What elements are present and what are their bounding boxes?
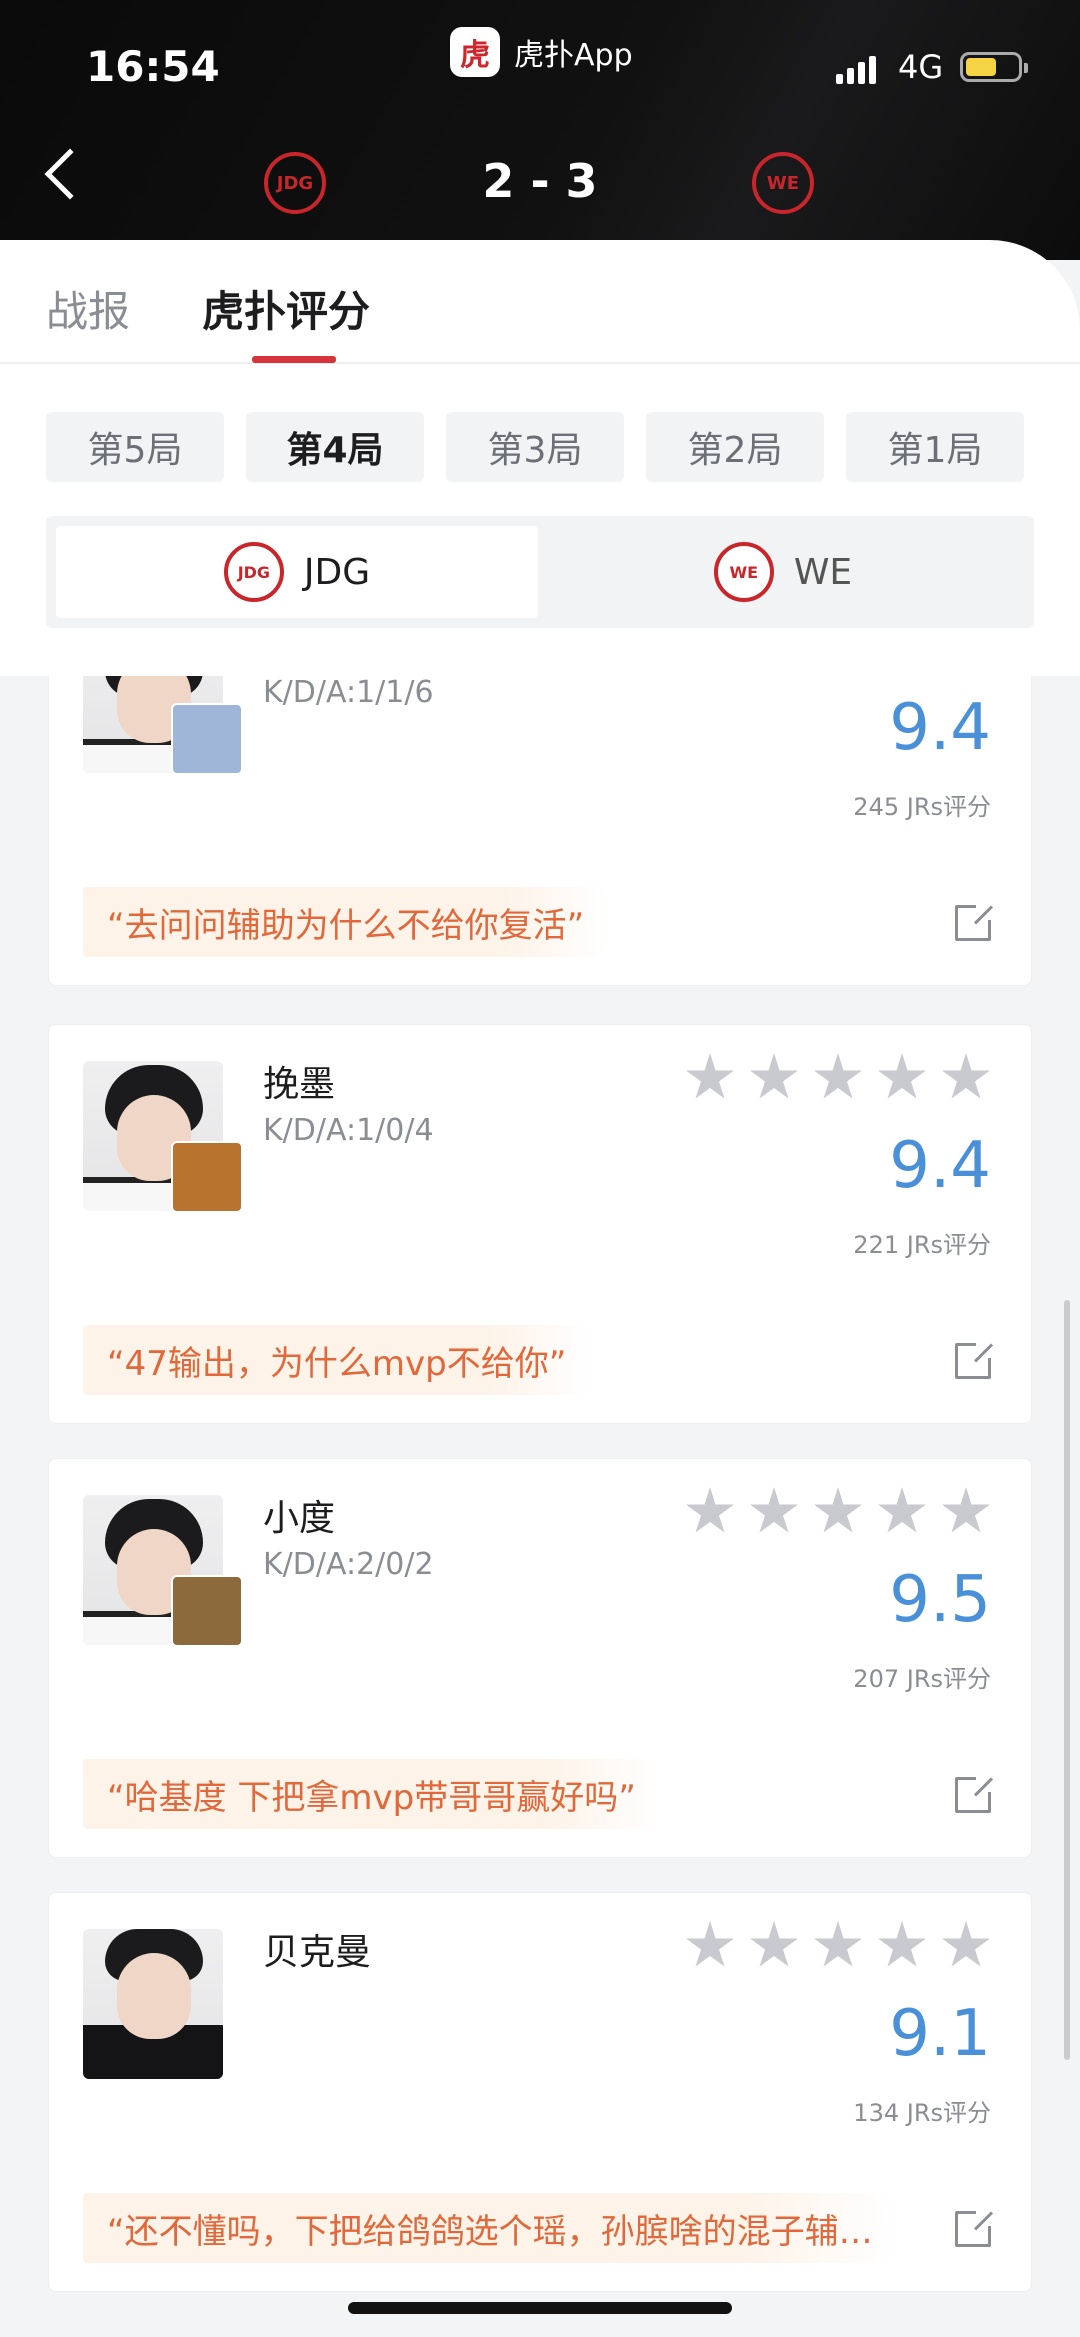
team-switch: JDG JDG WE WE xyxy=(46,516,1034,628)
rating-panel: 战报 虎扑评分 第5局 第4局 第3局 第2局 第1局 JDG JDG WE W… xyxy=(0,240,1080,676)
match-score: 2 - 3 xyxy=(482,154,598,208)
share-icon[interactable] xyxy=(955,2208,994,2247)
we-logo-icon: WE xyxy=(713,542,774,602)
rating-count: 221 JRs评分 xyxy=(853,1231,991,1259)
round-5[interactable]: 第5局 xyxy=(46,412,224,482)
tab-hupu-rating[interactable]: 虎扑评分 xyxy=(202,278,370,339)
star-icon[interactable] xyxy=(942,1487,990,1533)
top-comment[interactable]: “去问问辅助为什么不给你复活” xyxy=(83,887,609,957)
network-type: 4G xyxy=(898,48,944,86)
player-name: 贝克曼 xyxy=(263,1932,372,1973)
round-3[interactable]: 第3局 xyxy=(446,412,624,482)
player-name: 小度 xyxy=(263,1498,336,1539)
star-icon[interactable] xyxy=(814,1921,862,1967)
player-rating: 9.4 xyxy=(889,1129,991,1203)
round-2[interactable]: 第2局 xyxy=(646,412,824,482)
round-1[interactable]: 第1局 xyxy=(846,412,1024,482)
round-selector: 第5局 第4局 第3局 第2局 第1局 xyxy=(46,412,1024,482)
star-icon[interactable] xyxy=(686,1053,734,1099)
star-icon[interactable] xyxy=(942,1053,990,1099)
hero-avatar xyxy=(171,1575,243,1647)
star-rating[interactable] xyxy=(685,1921,991,1971)
signal-icon xyxy=(836,56,876,84)
star-icon[interactable] xyxy=(814,1053,862,1099)
star-icon[interactable] xyxy=(686,1921,734,1967)
star-icon[interactable] xyxy=(814,1487,862,1533)
active-tab-indicator xyxy=(252,356,336,363)
share-icon[interactable] xyxy=(955,1774,994,1813)
home-indicator[interactable] xyxy=(348,2302,732,2314)
match-header: 16:54 虎 虎扑App 4G JDG 2 - 3 WE xyxy=(0,0,1080,260)
player-card[interactable]: 贝克曼 9.1 134 JRs评分 “还不懂吗，下把给鸽鸽选个瑶，孙膑啥的混子辅… xyxy=(48,1892,1032,2292)
top-comment[interactable]: “哈基度 下把拿mvp带哥哥赢好吗” xyxy=(83,1759,660,1829)
player-rating: 9.1 xyxy=(889,1997,991,2071)
star-icon[interactable] xyxy=(750,1053,798,1099)
star-icon[interactable] xyxy=(878,1053,926,1099)
share-icon[interactable] xyxy=(955,902,994,941)
app-name: 虎扑App xyxy=(514,38,633,73)
star-icon[interactable] xyxy=(942,1921,990,1967)
team-jdg-button[interactable]: JDG JDG xyxy=(56,526,538,618)
player-kda: K/D/A:2/0/2 xyxy=(263,1547,434,1582)
player-name: 挽墨 xyxy=(263,1064,336,1105)
player-card[interactable]: 挽墨 K/D/A:1/0/4 9.4 221 JRs评分 “47输出，为什么mv… xyxy=(48,1024,1032,1424)
scrollbar[interactable] xyxy=(1064,1300,1070,2060)
share-icon[interactable] xyxy=(955,1340,994,1379)
star-icon[interactable] xyxy=(686,1487,734,1533)
jdg-logo-icon: JDG xyxy=(223,542,284,602)
round-4[interactable]: 第4局 xyxy=(246,412,424,482)
star-icon[interactable] xyxy=(878,1487,926,1533)
status-time: 16:54 xyxy=(86,42,220,91)
player-card[interactable]: 小度 K/D/A:2/0/2 9.5 207 JRs评分 “哈基度 下把拿mvp… xyxy=(48,1458,1032,1858)
player-rating: 9.5 xyxy=(889,1563,991,1637)
hero-avatar xyxy=(171,703,243,775)
player-kda: K/D/A:1/1/6 xyxy=(263,676,434,710)
rating-count: 207 JRs评分 xyxy=(853,1665,991,1693)
team-label: WE xyxy=(793,551,853,593)
app-badge[interactable]: 虎 虎扑App xyxy=(450,24,633,80)
player-rating: 9.4 xyxy=(889,691,991,765)
team-we-button[interactable]: WE WE xyxy=(542,526,1024,618)
away-team-logo[interactable]: WE xyxy=(752,152,814,214)
star-icon[interactable] xyxy=(750,1487,798,1533)
top-comment[interactable]: “47输出，为什么mvp不给你” xyxy=(83,1325,591,1395)
tab-report[interactable]: 战报 xyxy=(46,278,130,339)
battery-icon xyxy=(960,52,1028,82)
coach-avatar xyxy=(83,1929,223,2079)
top-comment[interactable]: “还不懂吗，下把给鸽鸽选个瑶，孙膑啥的混子辅… xyxy=(83,2193,897,2263)
star-icon[interactable] xyxy=(750,1921,798,1967)
star-icon[interactable] xyxy=(878,1921,926,1967)
star-rating[interactable] xyxy=(685,1053,991,1103)
star-rating[interactable] xyxy=(685,1487,991,1537)
player-kda: K/D/A:1/0/4 xyxy=(263,1113,434,1148)
hero-avatar xyxy=(171,1141,243,1213)
rating-count: 245 JRs评分 xyxy=(853,793,991,821)
hupu-logo-icon: 虎 xyxy=(450,27,500,77)
tab-bar: 战报 虎扑评分 xyxy=(0,240,1080,364)
player-list[interactable]: K/D/A:1/1/6 9.4 245 JRs评分 “去问问辅助为什么不给你复活… xyxy=(0,676,1080,2337)
player-card[interactable]: K/D/A:1/1/6 9.4 245 JRs评分 “去问问辅助为什么不给你复活… xyxy=(48,676,1032,986)
rating-count: 134 JRs评分 xyxy=(853,2099,991,2127)
team-label: JDG xyxy=(303,551,371,593)
